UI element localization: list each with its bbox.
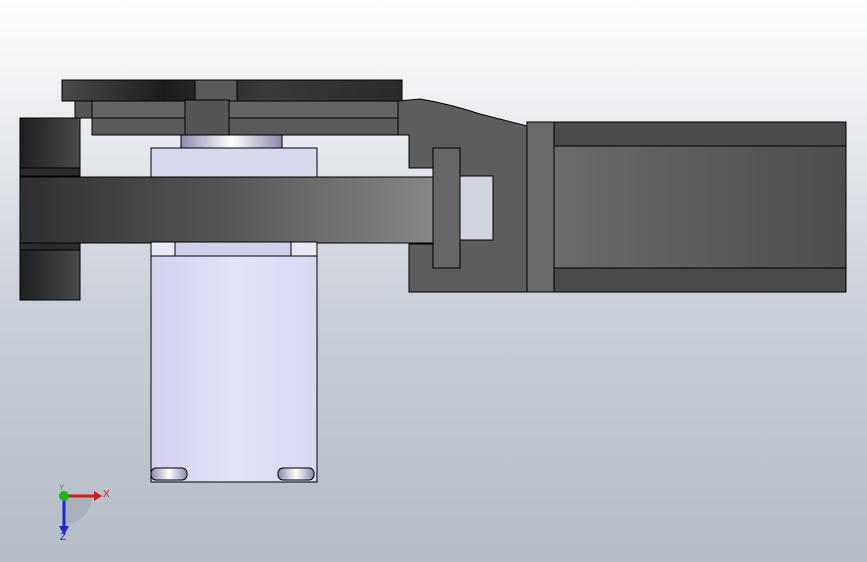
upper-bracket-plate: [91, 100, 399, 136]
right-motor-block: [526, 121, 847, 293]
output-shaft-hub: [184, 99, 230, 137]
triad-x-label: X: [103, 489, 110, 500]
main-arm: [19, 176, 461, 244]
triad-y-label: Y: [59, 483, 65, 492]
servo-upper-body: [150, 147, 318, 180]
reference-triad: [59, 491, 102, 535]
servo-output-boss: [180, 134, 283, 149]
triad-z-label: Z: [60, 532, 67, 543]
model-viewport[interactable]: X Y Z: [0, 0, 867, 562]
cad-model[interactable]: [0, 0, 867, 562]
servo-body: [150, 241, 318, 483]
triad-x-arrowhead: [94, 491, 102, 501]
